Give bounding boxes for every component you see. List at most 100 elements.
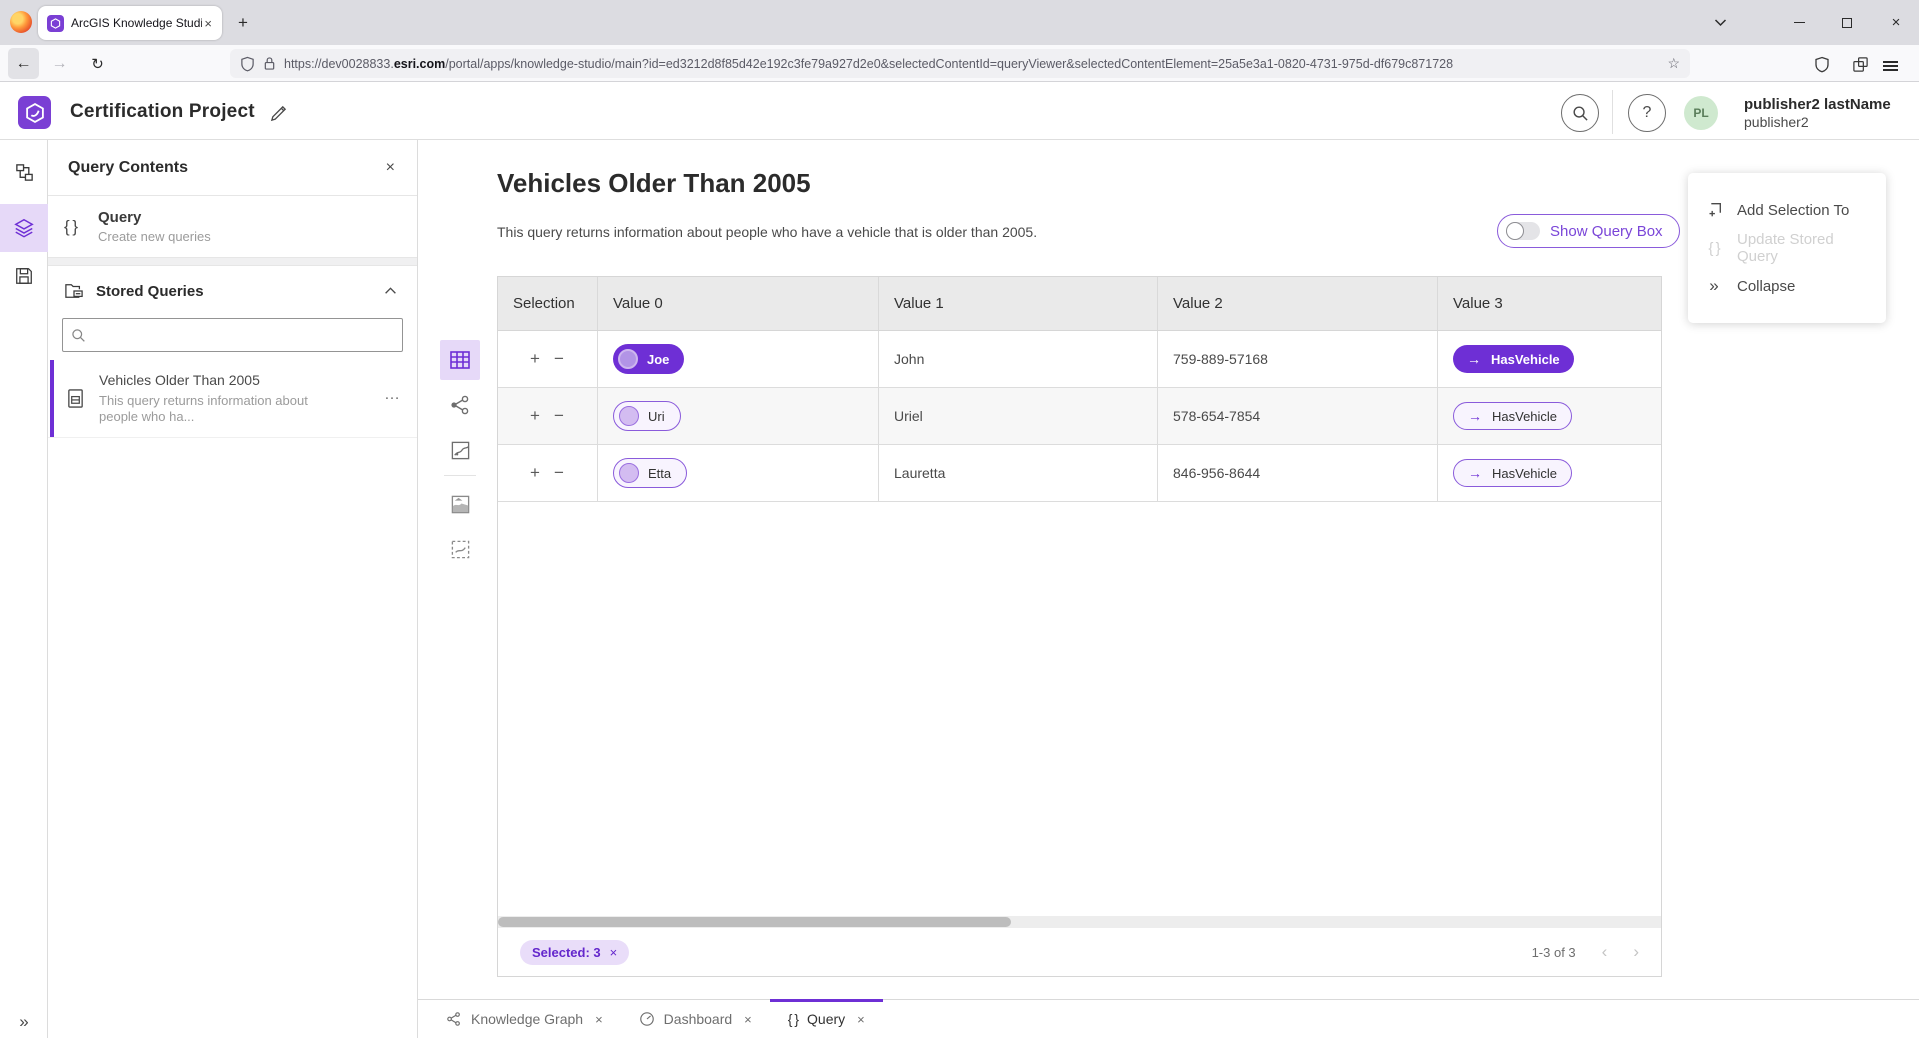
table-view-icon[interactable]: [440, 340, 480, 380]
map-extent-icon[interactable]: [440, 529, 480, 569]
extensions-icon[interactable]: [1846, 50, 1874, 78]
expand-rail-icon[interactable]: »: [0, 1012, 48, 1032]
map-contents-icon[interactable]: [440, 484, 480, 524]
window-close-button[interactable]: ×: [1876, 0, 1916, 45]
query-item-title: Query: [98, 209, 211, 226]
next-page-icon[interactable]: ›: [1633, 942, 1639, 962]
entity-pill[interactable]: Joe: [613, 344, 684, 374]
tab-knowledge-graph[interactable]: Knowledge Graph ×: [428, 1000, 621, 1038]
edit-title-button[interactable]: [266, 101, 290, 125]
new-tab-button[interactable]: +: [230, 10, 256, 36]
search-input[interactable]: [92, 328, 394, 343]
header-divider: [1612, 90, 1613, 134]
column-header-value1[interactable]: Value 1: [879, 277, 1158, 330]
menu-item-add-selection-to[interactable]: Add Selection To: [1688, 195, 1886, 225]
stored-query-list-item[interactable]: Vehicles Older Than 2005 This query retu…: [48, 360, 417, 438]
add-selection-icon: [1704, 201, 1724, 219]
arrow-right-icon: →: [1468, 465, 1482, 481]
firefox-icon[interactable]: [10, 11, 32, 33]
remove-from-selection-icon[interactable]: −: [554, 463, 564, 483]
relationship-pill[interactable]: →HasVehicle: [1453, 459, 1572, 487]
save-icon[interactable]: [0, 252, 48, 300]
panel-close-icon[interactable]: ×: [386, 159, 395, 177]
add-to-selection-icon[interactable]: +: [530, 406, 540, 426]
close-tab-icon[interactable]: ×: [744, 1012, 752, 1027]
browser-tab-bar: ArcGIS Knowledge Studio × + ×: [0, 0, 1919, 45]
user-avatar[interactable]: PL: [1684, 96, 1718, 130]
close-tab-icon[interactable]: ×: [857, 1012, 865, 1027]
browser-reload-button[interactable]: ↻: [82, 48, 113, 79]
collapse-section-chevron-icon[interactable]: [384, 287, 397, 295]
menu-item-update-stored-query[interactable]: { } Update Stored Query: [1688, 233, 1886, 263]
search-icon: [71, 328, 86, 343]
url-text: https://dev0028833.esri.com/portal/apps/…: [284, 57, 1659, 71]
show-query-box-toggle[interactable]: Show Query Box: [1497, 214, 1680, 248]
table-header-row: Selection Value 0 Value 1 Value 2 Value …: [498, 277, 1661, 331]
close-tab-icon[interactable]: ×: [595, 1012, 603, 1027]
bookmark-star-icon[interactable]: ☆: [1667, 55, 1680, 72]
clear-selection-icon[interactable]: ×: [610, 945, 618, 960]
browser-menu-icon[interactable]: [1883, 50, 1911, 78]
arcgis-favicon-icon: [47, 15, 64, 32]
account-shield-icon[interactable]: [1808, 50, 1836, 78]
cell-value: 759-889-57168: [1173, 351, 1268, 367]
remove-from-selection-icon[interactable]: −: [554, 406, 564, 426]
chevrons-right-icon: »: [1704, 276, 1724, 296]
stored-queries-header[interactable]: Stored Queries: [48, 266, 417, 316]
cell-value: Lauretta: [894, 465, 945, 481]
window-maximize-button[interactable]: [1827, 0, 1867, 45]
knowledge-graph-icon: [446, 1011, 462, 1027]
entity-pill[interactable]: Etta: [613, 458, 687, 488]
stored-queries-search[interactable]: [62, 318, 403, 352]
cell-value: Uriel: [894, 408, 923, 424]
relationship-pill[interactable]: →HasVehicle: [1453, 345, 1574, 373]
tab-dashboard[interactable]: Dashboard ×: [621, 1000, 770, 1038]
braces-icon: { }: [1704, 240, 1724, 257]
search-button[interactable]: [1561, 94, 1599, 132]
entity-pill[interactable]: Uri: [613, 401, 681, 431]
data-model-icon[interactable]: [0, 148, 48, 196]
help-button[interactable]: ?: [1628, 94, 1666, 132]
cell-value: 578-654-7854: [1173, 408, 1260, 424]
cell-value: 846-956-8644: [1173, 465, 1260, 481]
table-footer: Selected: 3 × 1-3 of 3 ‹ ›: [498, 928, 1661, 976]
selected-count-chip[interactable]: Selected: 3 ×: [520, 940, 629, 965]
stored-query-title: Vehicles Older Than 2005: [99, 372, 331, 388]
table-row: + − Uri Uriel 578-654-7854 →HasVehicle: [498, 388, 1661, 445]
previous-page-icon[interactable]: ‹: [1602, 942, 1608, 962]
add-to-selection-icon[interactable]: +: [530, 463, 540, 483]
map-view-icon[interactable]: [440, 430, 480, 470]
table-row: + − Joe John 759-889-57168 →HasVehicle: [498, 331, 1661, 388]
menu-item-collapse[interactable]: » Collapse: [1688, 271, 1886, 301]
lock-icon: [263, 56, 276, 71]
add-to-selection-icon[interactable]: +: [530, 349, 540, 369]
browser-tab[interactable]: ArcGIS Knowledge Studio ×: [38, 6, 222, 40]
browser-forward-button[interactable]: →: [44, 48, 75, 79]
panel-header: Query Contents ×: [48, 140, 417, 196]
column-header-value2[interactable]: Value 2: [1158, 277, 1438, 330]
address-field[interactable]: https://dev0028833.esri.com/portal/apps/…: [230, 49, 1690, 78]
column-header-selection[interactable]: Selection: [498, 277, 598, 330]
selected-indicator: [50, 360, 54, 437]
table-row: + − Etta Lauretta 846-956-8644 →HasVehic…: [498, 445, 1661, 502]
knowledge-studio-logo: [18, 96, 51, 129]
browser-back-button[interactable]: ←: [8, 48, 39, 79]
toggle-switch[interactable]: [1506, 222, 1540, 240]
relationship-pill[interactable]: →HasVehicle: [1453, 402, 1572, 430]
link-chart-icon[interactable]: [440, 385, 480, 425]
layers-icon[interactable]: [0, 204, 48, 252]
dashboard-icon: [639, 1011, 655, 1027]
remove-from-selection-icon[interactable]: −: [554, 349, 564, 369]
query-item[interactable]: { } Query Create new queries: [48, 196, 417, 258]
window-minimize-button[interactable]: [1779, 0, 1819, 45]
tab-query[interactable]: { } Query ×: [770, 1000, 883, 1038]
table-options-menu: Add Selection To { } Update Stored Query…: [1688, 173, 1886, 323]
tab-list-chevron-icon[interactable]: [1700, 0, 1740, 45]
column-header-value3[interactable]: Value 3: [1438, 277, 1661, 330]
tab-close-icon[interactable]: ×: [202, 16, 214, 31]
column-header-value0[interactable]: Value 0: [598, 277, 879, 330]
tracking-shield-icon: [240, 56, 255, 72]
item-options-icon[interactable]: …: [384, 386, 401, 404]
horizontal-scrollbar[interactable]: [498, 916, 1661, 928]
scrollbar-thumb[interactable]: [498, 917, 1011, 927]
